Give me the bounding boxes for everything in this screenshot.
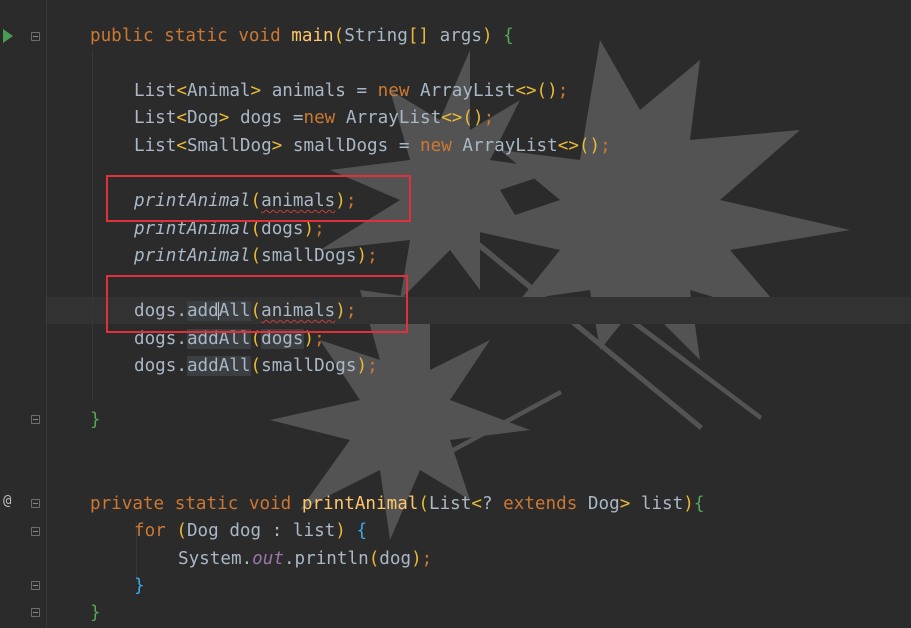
code-line-print-smalldogs[interactable]: printAnimal(smallDogs); xyxy=(134,246,378,266)
code-line-print-dogs[interactable]: printAnimal(dogs); xyxy=(134,219,325,239)
type-name: System xyxy=(178,549,242,569)
type-name: String xyxy=(344,26,408,46)
keyword: for xyxy=(134,521,166,541)
type-name: List xyxy=(429,494,472,514)
type-name: Dog xyxy=(186,108,219,128)
method-call: println xyxy=(294,549,369,569)
code-line-for-loop[interactable]: for (Dog dog : list) { xyxy=(134,521,367,541)
parameter-name: args xyxy=(439,26,482,46)
type-name: Dog xyxy=(587,494,620,514)
keyword: public xyxy=(90,26,154,46)
type-name: ArrayList xyxy=(345,108,442,128)
keyword: new xyxy=(420,136,452,156)
type-name: Dog xyxy=(186,521,219,541)
code-line-printanimal-signature[interactable]: private static void printAnimal(List<? e… xyxy=(90,494,704,514)
code-line-animals-declaration[interactable]: List<Animal> animals = new ArrayList<>()… xyxy=(134,81,568,101)
type-name: List xyxy=(134,81,177,101)
variable-name: smallDogs xyxy=(292,136,389,156)
red-annotation-box xyxy=(106,275,408,333)
keyword: void xyxy=(248,494,292,514)
code-line-smalldogs-declaration[interactable]: List<SmallDog> smallDogs = new ArrayList… xyxy=(134,136,611,156)
type-name: SmallDog xyxy=(186,136,272,156)
variable-name: list xyxy=(292,521,336,541)
static-field: out xyxy=(252,549,284,569)
method-call: printAnimal xyxy=(134,219,251,239)
keyword: new xyxy=(303,108,336,128)
code-line-printanimal-close[interactable]: } xyxy=(90,603,101,623)
code-editor[interactable]: @ public static void main(String[] args)… xyxy=(0,0,911,628)
wildcard: ? xyxy=(481,494,493,514)
keyword: extends xyxy=(503,494,578,514)
keyword: private xyxy=(90,494,165,514)
method-call: printAnimal xyxy=(134,246,251,266)
red-annotation-box xyxy=(106,175,411,222)
argument: dogs xyxy=(261,219,304,239)
keyword: static xyxy=(164,26,228,46)
type-name: List xyxy=(134,108,177,128)
code-line-println[interactable]: System.out.println(dog); xyxy=(178,549,432,569)
type-name: ArrayList xyxy=(462,136,558,156)
code-line-main-close[interactable]: } xyxy=(90,410,101,430)
method-name: printAnimal xyxy=(301,494,419,514)
type-name: List xyxy=(134,136,177,156)
variable-name: animals xyxy=(271,81,346,101)
code-line-dogs-declaration[interactable]: List<Dog> dogs =new ArrayList<>(); xyxy=(134,108,494,128)
argument: dog xyxy=(379,549,412,569)
code-line-addall-smalldogs[interactable]: dogs.addAll(smallDogs); xyxy=(134,356,378,376)
keyword: static xyxy=(174,494,239,514)
variable-name: dog xyxy=(229,521,262,541)
variable-name: dogs xyxy=(239,108,283,128)
argument: smallDogs xyxy=(261,246,357,266)
code-line-main-signature[interactable]: public static void main(String[] args) { xyxy=(90,26,514,46)
type-name: Animal xyxy=(186,81,251,101)
method-name: main xyxy=(291,26,334,46)
variable-name: dogs xyxy=(134,356,177,376)
argument: smallDogs xyxy=(261,356,357,376)
code-line-for-close[interactable]: } xyxy=(134,576,145,596)
keyword: new xyxy=(377,81,410,101)
parameter-name: list xyxy=(640,494,684,514)
keyword: void xyxy=(238,26,281,46)
method-call: addAll xyxy=(186,356,251,376)
type-name: ArrayList xyxy=(420,81,516,101)
